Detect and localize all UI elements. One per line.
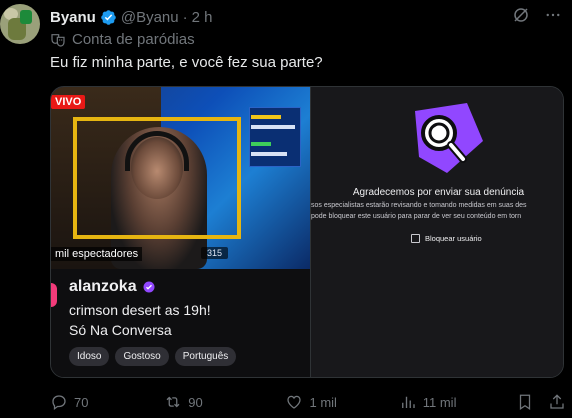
- reply-button[interactable]: 70: [50, 393, 164, 411]
- verified-badge-icon: [101, 9, 116, 25]
- overlay-stat: 315: [201, 247, 229, 259]
- tweet-media[interactable]: VIVO mil espectadores 315 alanzoka crims…: [50, 86, 564, 378]
- parody-label: Conta de paródias: [50, 31, 195, 48]
- stream-category[interactable]: Só Na Conversa: [69, 322, 172, 338]
- report-search-icon: [415, 103, 483, 173]
- author-avatar[interactable]: [0, 4, 40, 44]
- views-chart-icon: [401, 396, 415, 408]
- overlay-line: [251, 152, 287, 156]
- overlay-line: [251, 125, 295, 129]
- block-user-label: Bloquear usuário: [425, 234, 482, 243]
- heart-icon: [287, 395, 302, 409]
- avatar-shape: [20, 10, 32, 24]
- reply-count: 70: [74, 394, 89, 410]
- author-name[interactable]: Byanu: [50, 9, 96, 26]
- partner-badge-icon: [143, 281, 155, 293]
- share-icon[interactable]: [548, 393, 566, 411]
- more-options-icon[interactable]: [544, 6, 562, 24]
- report-body-line: sos especialistas estarão revisando e to…: [311, 202, 527, 209]
- author-handle[interactable]: @Byanu: [121, 9, 179, 26]
- tweet-time[interactable]: 2 h: [192, 9, 213, 26]
- overlay-line: [251, 142, 271, 146]
- channel-avatar[interactable]: [51, 283, 57, 307]
- viewer-count: mil espectadores: [51, 247, 143, 261]
- tag[interactable]: Idoso: [69, 347, 110, 366]
- reply-icon: [52, 395, 66, 411]
- like-button[interactable]: 1 mil: [285, 393, 398, 411]
- report-body-line: pode bloquear este usuário para parar de…: [311, 213, 522, 220]
- grok-icon[interactable]: [512, 6, 530, 24]
- repost-count: 90: [188, 394, 203, 410]
- views-button[interactable]: 11 mil: [399, 393, 516, 411]
- stream-thumbnail[interactable]: VIVO mil espectadores 315: [51, 87, 310, 269]
- tweet-actions: 70 90 1 mil 11 mil: [50, 392, 566, 412]
- bookmark-icon[interactable]: [516, 393, 534, 411]
- webcam-frame: [73, 117, 241, 239]
- block-user-checkbox[interactable]: [411, 234, 420, 243]
- live-badge: VIVO: [51, 95, 86, 109]
- tweet-text: Eu fiz minha parte, e você fez sua parte…: [50, 54, 323, 71]
- repost-button[interactable]: 90: [164, 393, 285, 411]
- block-user-option[interactable]: Bloquear usuário: [411, 234, 482, 243]
- report-body: sos especialistas estarão revisando e to…: [311, 200, 563, 222]
- channel-name-row[interactable]: alanzoka: [69, 278, 155, 296]
- tag[interactable]: Gostoso: [115, 347, 169, 366]
- stream-title: crimson desert as 19h!: [69, 302, 211, 318]
- parody-text: Conta de paródias: [72, 31, 195, 48]
- like-count: 1 mil: [309, 394, 337, 410]
- separator-dot: ·: [182, 8, 188, 26]
- channel-name[interactable]: alanzoka: [69, 278, 137, 296]
- report-title: Agradecemos por enviar sua denúncia: [352, 187, 525, 198]
- tag[interactable]: Português: [174, 347, 237, 366]
- tweet-header: Byanu @Byanu · 2 h: [50, 6, 212, 28]
- overlay-line: [251, 115, 281, 119]
- share-actions: [516, 393, 566, 411]
- stream-tags: Idoso Gostoso Português: [69, 347, 237, 366]
- theater-masks-icon: [51, 33, 65, 47]
- twitch-stream-card[interactable]: VIVO mil espectadores 315 alanzoka crims…: [51, 87, 310, 377]
- header-actions: [512, 6, 562, 24]
- repost-icon: [166, 396, 180, 408]
- report-confirmation-panel: Agradecemos por enviar sua denúncia sos …: [310, 87, 563, 377]
- views-count: 11 mil: [422, 394, 457, 410]
